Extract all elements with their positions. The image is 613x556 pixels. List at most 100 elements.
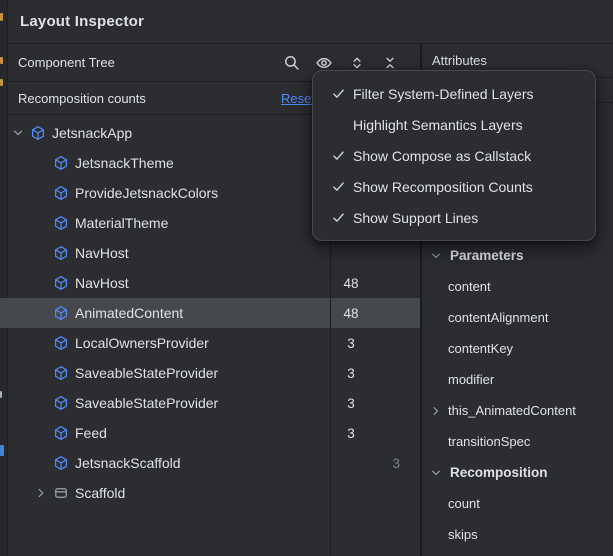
tree-row-Feed[interactable]: Feed3 bbox=[8, 418, 420, 448]
recomposition-count: 3 bbox=[330, 426, 372, 441]
menu-item-show-support-lines[interactable]: Show Support Lines bbox=[313, 202, 595, 233]
twisty-spacer bbox=[33, 215, 49, 231]
twisty-spacer bbox=[33, 185, 49, 201]
orange-stripe-mark[interactable] bbox=[0, 79, 3, 86]
compose-node-icon bbox=[53, 305, 69, 321]
compose-node-icon bbox=[53, 455, 69, 471]
attributes-title: Attributes bbox=[432, 53, 487, 68]
tree-node-label: JetsnackTheme bbox=[75, 155, 330, 171]
attr-property-skips[interactable]: skips bbox=[422, 519, 613, 550]
tree-node-label: JetsnackScaffold bbox=[75, 455, 330, 471]
menu-item-show-recomposition-counts[interactable]: Show Recomposition Counts bbox=[313, 171, 595, 202]
tree-node-label: SaveableStateProvider bbox=[75, 365, 330, 381]
tree-row-LocalOwnersProvider[interactable]: LocalOwnersProvider3 bbox=[8, 328, 420, 358]
compose-node-icon bbox=[53, 395, 69, 411]
attr-property-count[interactable]: count bbox=[422, 488, 613, 519]
tree-row-AnimatedContent[interactable]: AnimatedContent48 bbox=[8, 298, 420, 328]
attr-property-this_AnimatedContent[interactable]: this_AnimatedContent bbox=[422, 395, 613, 426]
chevron-down-icon[interactable] bbox=[430, 250, 442, 262]
chevron-right-icon[interactable] bbox=[33, 485, 49, 501]
menu-item-label: Show Support Lines bbox=[353, 210, 478, 226]
compose-node-icon bbox=[53, 275, 69, 291]
section-label: Recomposition bbox=[450, 465, 548, 480]
tree-row-SaveableStateProvider[interactable]: SaveableStateProvider3 bbox=[8, 388, 420, 418]
recomposition-count: 48 bbox=[330, 276, 372, 291]
attr-property-content[interactable]: content bbox=[422, 271, 613, 302]
tree-node-label: SaveableStateProvider bbox=[75, 395, 330, 411]
twisty-spacer bbox=[33, 455, 49, 471]
check-icon bbox=[331, 86, 353, 102]
recomposition-count: 3 bbox=[330, 336, 372, 351]
menu-item-label: Show Recomposition Counts bbox=[353, 179, 533, 195]
compose-node-icon bbox=[53, 245, 69, 261]
attr-section-Parameters[interactable]: Parameters bbox=[422, 240, 613, 271]
attr-property-transitionSpec[interactable]: transitionSpec bbox=[422, 426, 613, 457]
tree-node-label: AnimatedContent bbox=[75, 305, 330, 321]
tree-row-NavHost[interactable]: NavHost bbox=[8, 238, 420, 268]
recomposition-count: 3 bbox=[330, 396, 372, 411]
tree-node-label: MaterialTheme bbox=[75, 215, 330, 231]
compose-node-icon bbox=[53, 335, 69, 351]
attr-property-contentKey[interactable]: contentKey bbox=[422, 333, 613, 364]
tree-node-label: Feed bbox=[75, 425, 330, 441]
tree-node-label: NavHost bbox=[75, 275, 330, 291]
twisty-spacer bbox=[33, 245, 49, 261]
twisty-spacer bbox=[33, 395, 49, 411]
orange-stripe-mark[interactable] bbox=[0, 13, 3, 21]
twisty-spacer bbox=[33, 305, 49, 321]
twisty-spacer bbox=[33, 155, 49, 171]
compose-node-icon bbox=[53, 155, 69, 171]
check-icon bbox=[331, 148, 353, 164]
property-label: content bbox=[448, 279, 491, 294]
menu-item-label: Filter System-Defined Layers bbox=[353, 86, 534, 102]
blue-stripe-mark[interactable] bbox=[0, 445, 4, 456]
view-options-menu: Filter System-Defined Layers Highlight Se… bbox=[312, 70, 596, 241]
twisty-spacer bbox=[33, 335, 49, 351]
recomposition-count: 3 bbox=[330, 366, 372, 381]
property-label: contentKey bbox=[448, 341, 513, 356]
orange-stripe-mark[interactable] bbox=[0, 57, 3, 64]
property-label: this_AnimatedContent bbox=[448, 403, 576, 418]
attr-property-modifier[interactable]: modifier bbox=[422, 364, 613, 395]
tree-node-label: Scaffold bbox=[75, 485, 330, 501]
tree-row-NavHost[interactable]: NavHost48 bbox=[8, 268, 420, 298]
compose-node-icon bbox=[53, 425, 69, 441]
tree-node-label: JetsnackApp bbox=[52, 125, 330, 141]
twisty-spacer bbox=[33, 275, 49, 291]
menu-item-label: Show Compose as Callstack bbox=[353, 148, 531, 164]
property-label: contentAlignment bbox=[448, 310, 548, 325]
tree-row-JetsnackScaffold[interactable]: JetsnackScaffold 3 bbox=[8, 448, 420, 478]
check-icon bbox=[331, 179, 353, 195]
property-label: transitionSpec bbox=[448, 434, 530, 449]
tree-node-label: NavHost bbox=[75, 245, 330, 261]
menu-item-filter-system-defined-layers[interactable]: Filter System-Defined Layers bbox=[313, 78, 595, 109]
chevron-right-icon[interactable] bbox=[430, 405, 442, 417]
layout-node-icon bbox=[53, 485, 69, 501]
chevron-down-icon[interactable] bbox=[430, 467, 442, 479]
property-label: count bbox=[448, 496, 480, 511]
recomposition-skips: 3 bbox=[372, 456, 400, 471]
compose-node-icon bbox=[53, 215, 69, 231]
component-tree-title: Component Tree bbox=[18, 55, 115, 70]
twisty-spacer bbox=[33, 365, 49, 381]
property-label: modifier bbox=[448, 372, 494, 387]
check-icon bbox=[331, 210, 353, 226]
menu-item-show-compose-as-callstack[interactable]: Show Compose as Callstack bbox=[313, 140, 595, 171]
gray-stripe-mark[interactable] bbox=[0, 391, 2, 398]
reset-counts-link[interactable]: Reset bbox=[281, 91, 315, 106]
attributes-rows: Parameters content contentAlignment content… bbox=[422, 240, 613, 550]
attr-section-Recomposition[interactable]: Recomposition bbox=[422, 457, 613, 488]
compose-node-icon bbox=[30, 125, 46, 141]
tree-node-label: LocalOwnersProvider bbox=[75, 335, 330, 351]
menu-item-highlight-semantics-layers[interactable]: Highlight Semantics Layers bbox=[313, 109, 595, 140]
tree-row-SaveableStateProvider[interactable]: SaveableStateProvider3 bbox=[8, 358, 420, 388]
tree-row-Scaffold[interactable]: Scaffold bbox=[8, 478, 420, 508]
twisty-spacer bbox=[33, 425, 49, 441]
check-spacer bbox=[331, 117, 353, 133]
panel-titlebar: Layout Inspector bbox=[8, 0, 613, 44]
chevron-down-icon[interactable] bbox=[10, 125, 26, 141]
tree-node-label: ProvideJetsnackColors bbox=[75, 185, 330, 201]
attr-property-contentAlignment[interactable]: contentAlignment bbox=[422, 302, 613, 333]
property-label: skips bbox=[448, 527, 478, 542]
search-icon[interactable] bbox=[279, 51, 303, 75]
